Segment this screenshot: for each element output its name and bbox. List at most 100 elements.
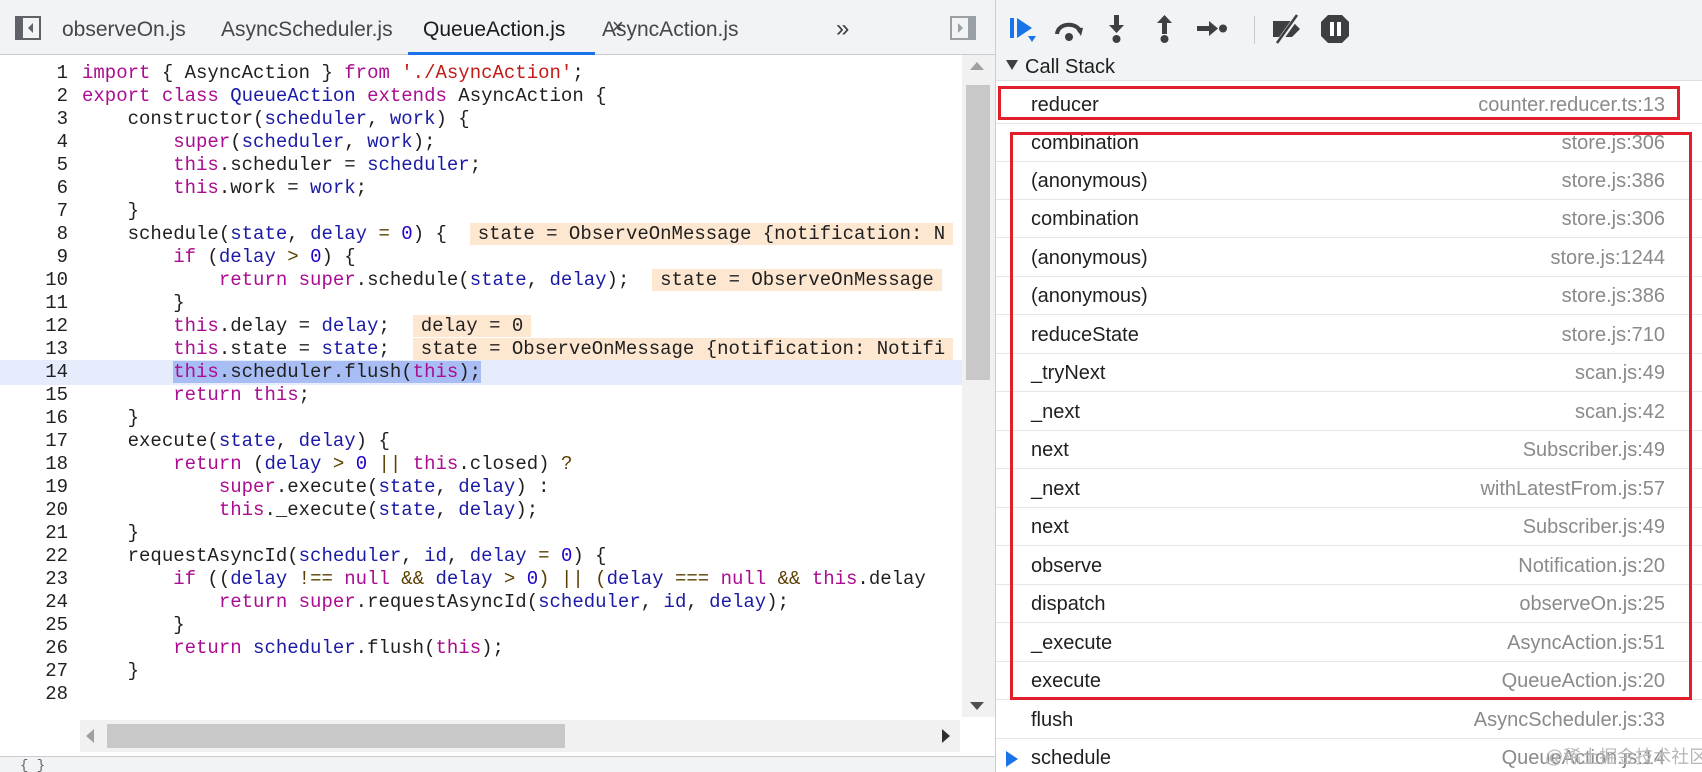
code-text: super.execute(state, delay) : [218,476,550,498]
vertical-scrollbar-thumb[interactable] [966,85,990,380]
scroll-down-arrow-icon[interactable] [970,702,984,710]
pause-on-exceptions-icon[interactable] [1318,12,1352,46]
pretty-print-icon[interactable]: { } [20,759,45,772]
frame-function: schedule [1031,747,1112,769]
tab-observeon[interactable]: observeOn.js [62,0,186,55]
line-number[interactable]: 5 [0,153,68,178]
code-view[interactable]: 1 import { AsyncAction } from './AsyncAct… [0,61,962,751]
line-number[interactable]: 6 [0,176,68,201]
execution-line: 14 this.scheduler.flush(this); [0,360,962,385]
code-text: this._execute(state, delay); [218,499,539,521]
inline-value: state = ObserveOnMessage {notification: … [469,223,954,245]
toggle-navigator-icon[interactable] [14,15,44,41]
code-text: this.state = state; state = ObserveOnMes… [82,337,954,362]
editor-tab-bar: observeOn.js AsyncScheduler.js QueueActi… [0,0,995,55]
scroll-right-arrow-icon[interactable] [942,729,950,743]
line-number[interactable]: 14 [0,360,68,385]
horizontal-scrollbar-thumb[interactable] [107,724,565,748]
code-line: 28 [0,682,962,707]
line-number[interactable]: 26 [0,636,68,661]
frame-function: flush [1031,709,1074,731]
line-number[interactable]: 27 [0,659,68,684]
call-frame[interactable]: flush AsyncScheduler.js:33 [996,701,1702,739]
line-number[interactable]: 12 [0,314,68,339]
code-line: 19 super.execute(state, delay) : [0,475,962,500]
code-line: 13 this.state = state; state = ObserveOn… [0,337,962,362]
code-text: } [82,614,185,636]
line-number[interactable]: 4 [0,130,68,155]
debugger-sidebar: Call Stack reducer counter.reducer.ts:13 … [996,0,1702,772]
code-text: } [82,660,140,682]
line-number[interactable]: 20 [0,498,68,523]
more-tabs-chevron-icon[interactable]: » [836,15,849,43]
line-number[interactable]: 24 [0,590,68,615]
line-number[interactable]: 17 [0,429,68,454]
code-text: requestAsyncId(scheduler, id, delay = 0)… [82,545,607,567]
code-line: 25 } [0,613,962,638]
line-number[interactable]: 11 [0,291,68,316]
code-line: 22 requestAsyncId(scheduler, id, delay =… [0,544,962,569]
line-number[interactable]: 3 [0,107,68,132]
source-editor-pane: observeOn.js AsyncScheduler.js QueueActi… [0,0,995,772]
code-line: 21 } [0,521,962,546]
line-number[interactable]: 1 [0,61,68,86]
code-line: 11 } [0,291,962,316]
code-text: this.work = work; [173,177,368,199]
deactivate-breakpoints-icon[interactable] [1270,12,1304,46]
step-out-icon[interactable] [1148,12,1182,46]
code-line: 16 } [0,406,962,431]
code-line: 20 this._execute(state, delay); [0,498,962,523]
tab-asyncscheduler[interactable]: AsyncScheduler.js [221,0,393,55]
line-number[interactable]: 22 [0,544,68,569]
code-text: return scheduler.flush(this); [173,637,504,659]
code-line: 18 return (delay > 0 || this.closed) ? [0,452,962,477]
resume-icon[interactable] [1006,12,1040,46]
code-line: 7 } [0,199,962,224]
line-number[interactable]: 15 [0,383,68,408]
code-line: 12 this.delay = delay; delay = 0 [0,314,962,339]
line-number[interactable]: 23 [0,567,68,592]
code-text: return super.schedule(state, delay); sta… [82,268,942,293]
line-number[interactable]: 7 [0,199,68,224]
code-line: 2 export class QueueAction extends AsyncA… [0,84,962,109]
code-text: super(scheduler, work); [173,131,436,153]
line-number[interactable]: 25 [0,613,68,638]
toolbar-separator [1254,16,1255,44]
code-line: 6 this.work = work; [0,176,962,201]
scroll-up-arrow-icon[interactable] [970,62,984,70]
code-text: this.delay = delay; delay = 0 [82,314,532,339]
step-icon[interactable] [1195,12,1229,46]
watermark: @稀土掘金技术社区 [1545,747,1702,767]
tab-queueaction-label: QueueAction.js [423,18,566,41]
code-text: if ((delay !== null && delay > 0) || (de… [173,568,926,590]
line-number[interactable]: 2 [0,84,68,109]
line-number[interactable]: 21 [0,521,68,546]
scroll-left-arrow-icon[interactable] [86,729,94,743]
call-stack-title: Call Stack [1025,56,1116,78]
line-number[interactable]: 16 [0,406,68,431]
toggle-debugger-icon[interactable] [949,15,979,41]
line-number[interactable]: 28 [0,682,68,707]
tab-queueaction[interactable]: QueueAction.js [408,0,596,55]
code-line: 5 this.scheduler = scheduler; [0,153,962,178]
line-number[interactable]: 19 [0,475,68,500]
inline-value: state = ObserveOnMessage [652,269,942,291]
code-line: 24 return super.requestAsyncId(scheduler… [0,590,962,615]
code-line: 27 } [0,659,962,684]
line-number[interactable]: 18 [0,452,68,477]
tab-asyncaction[interactable]: AsyncAction.js [602,0,739,55]
inline-value: state = ObserveOnMessage {notification: … [412,338,954,360]
step-over-icon[interactable] [1052,12,1086,46]
debugger-toolbar [996,0,1702,56]
inline-value: delay = 0 [412,315,532,337]
code-line: 4 super(scheduler, work); [0,130,962,155]
line-number[interactable]: 8 [0,222,68,247]
line-number[interactable]: 9 [0,245,68,270]
code-line: 8 schedule(state, delay = 0) { state = O… [0,222,962,247]
code-text: } [82,522,140,544]
line-number[interactable]: 13 [0,337,68,362]
line-number[interactable]: 10 [0,268,68,293]
collapse-triangle-icon[interactable] [1006,60,1018,70]
code-text: schedule(state, delay = 0) { state = Obs… [82,222,954,247]
step-into-icon[interactable] [1100,12,1134,46]
